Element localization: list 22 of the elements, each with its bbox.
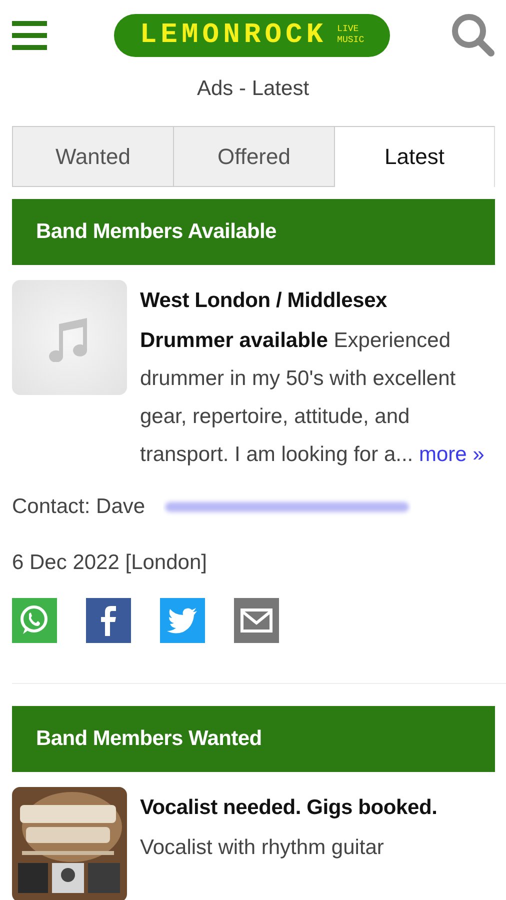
- whatsapp-share-button[interactable]: [12, 598, 57, 643]
- search-icon[interactable]: [451, 13, 495, 57]
- ad-description: Vocalist with rhythm guitar: [140, 835, 385, 861]
- tab[interactable]: Latest: [334, 126, 495, 187]
- section-heading: Band Members Wanted: [12, 706, 495, 772]
- logo-wordmark: LEMONROCK: [140, 20, 328, 50]
- ad-description: Drummer available Experienced drummer in my 50's with excellent gear, repertoire, attitude, and transport. I am looking for a... more »: [140, 328, 486, 468]
- tab[interactable]: Wanted: [12, 126, 173, 187]
- menu-icon[interactable]: [12, 20, 47, 50]
- contact-name: Contact: Dave: [12, 494, 146, 520]
- section-heading: Band Members Available: [12, 199, 495, 265]
- twitter-share-button[interactable]: [160, 598, 205, 643]
- facebook-share-button[interactable]: [86, 598, 131, 643]
- ad-title: Vocalist needed. Gigs booked.: [140, 795, 438, 821]
- logo-tagline: LIVE MUSIC: [337, 24, 364, 46]
- more-link[interactable]: more »: [418, 443, 484, 466]
- home-logo-link[interactable]: LEMONROCK LIVE MUSIC: [114, 14, 390, 56]
- page-title: Ads - Latest: [196, 77, 310, 101]
- email-share-button[interactable]: [234, 598, 279, 643]
- ad-date: 6 Dec 2022 [London]: [12, 550, 208, 576]
- ad-title: West London / Middlesex: [140, 288, 388, 314]
- tab[interactable]: Offered: [173, 126, 334, 187]
